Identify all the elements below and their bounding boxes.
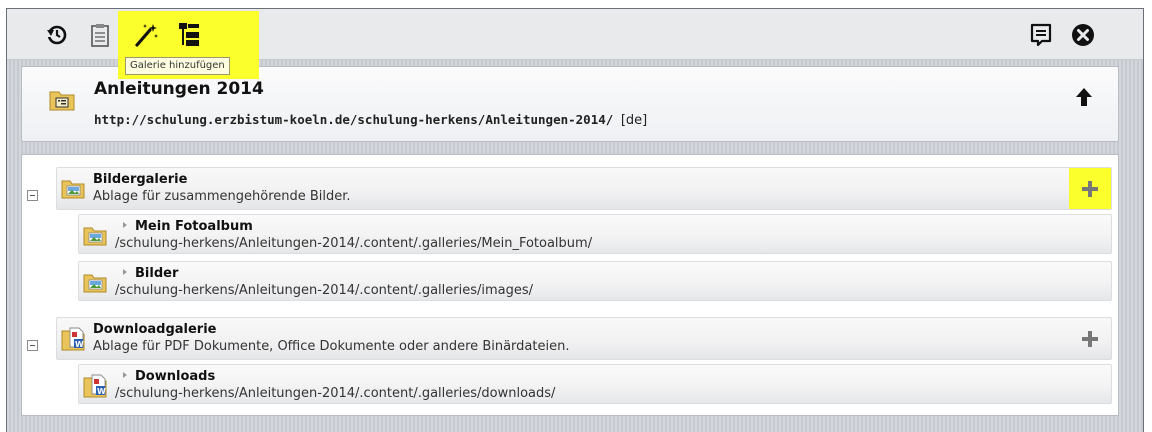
publish-list-icon[interactable] [1027, 21, 1055, 49]
download-folder-icon: W [83, 374, 107, 398]
plus-icon [1082, 330, 1098, 347]
url-text: http://schulung.erzbistum-koeln.de/schul… [94, 112, 614, 127]
gallery-item-path: /schulung-herkens/Anleitungen-2014/.cont… [115, 386, 556, 401]
collapse-toggle[interactable] [27, 340, 38, 351]
gallery-type-row[interactable]: W Downloadgalerie Ablage für PDF Dokumen… [56, 317, 1112, 360]
clipboard-icon[interactable] [86, 21, 114, 49]
page-title: Anleitungen 2014 [94, 79, 264, 99]
image-folder-icon [83, 274, 107, 293]
tooltip: Galerie hinzufügen [125, 57, 230, 75]
expand-caret-icon[interactable] [123, 222, 127, 228]
gallery-type-description: Ablage für zusammengehörende Bilder. [93, 189, 351, 204]
add-gallery-button[interactable] [1069, 318, 1111, 359]
add-gallery-button[interactable] [1069, 168, 1111, 209]
gallery-item-title: Mein Fotoalbum [135, 219, 253, 234]
image-folder-icon [83, 227, 107, 246]
folder-icon [49, 91, 75, 111]
expand-caret-icon[interactable] [123, 372, 127, 378]
expand-caret-icon[interactable] [123, 269, 127, 275]
gallery-item-row[interactable]: W Downloads /schulung-herkens/Anleitunge… [78, 364, 1112, 404]
gallery-item-row[interactable]: Bilder /schulung-herkens/Anleitungen-201… [78, 261, 1112, 301]
plus-icon [1082, 180, 1098, 197]
gallery-item-row[interactable]: Mein Fotoalbum /schulung-herkens/Anleitu… [78, 214, 1112, 254]
gallery-item-title: Downloads [135, 369, 216, 384]
gallery-list: Bildergalerie Ablage für zusammengehören… [21, 154, 1119, 416]
gallery-item-title: Bilder [135, 266, 179, 281]
gallery-type-title: Bildergalerie [93, 172, 188, 187]
gallery-item-path: /schulung-herkens/Anleitungen-2014/.cont… [115, 236, 593, 251]
page-url: http://schulung.erzbistum-koeln.de/schul… [94, 112, 647, 128]
locale-badge: [de] [620, 113, 648, 128]
gallery-type-row[interactable]: Bildergalerie Ablage für zusammengehören… [56, 167, 1112, 210]
svg-text:W: W [97, 387, 106, 396]
magic-wand-icon[interactable] [132, 21, 160, 49]
svg-text:W: W [75, 340, 84, 349]
toolbar: Galerie hinzufügen [7, 9, 1143, 79]
gallery-type-description: Ablage für PDF Dokumente, Office Dokumen… [93, 339, 570, 354]
image-folder-icon [61, 180, 85, 199]
gallery-type-title: Downloadgalerie [93, 322, 217, 337]
history-icon[interactable] [43, 21, 71, 49]
collapse-toggle[interactable] [27, 190, 38, 201]
tree-icon[interactable] [175, 21, 203, 49]
download-folder-icon: W [61, 327, 85, 351]
gallery-item-path: /schulung-herkens/Anleitungen-2014/.cont… [115, 283, 534, 298]
gallery-dialog: Galerie hinzufügen Anleitungen 2014 http… [6, 8, 1144, 432]
close-icon[interactable] [1069, 21, 1097, 49]
up-arrow-icon[interactable] [1072, 85, 1096, 109]
